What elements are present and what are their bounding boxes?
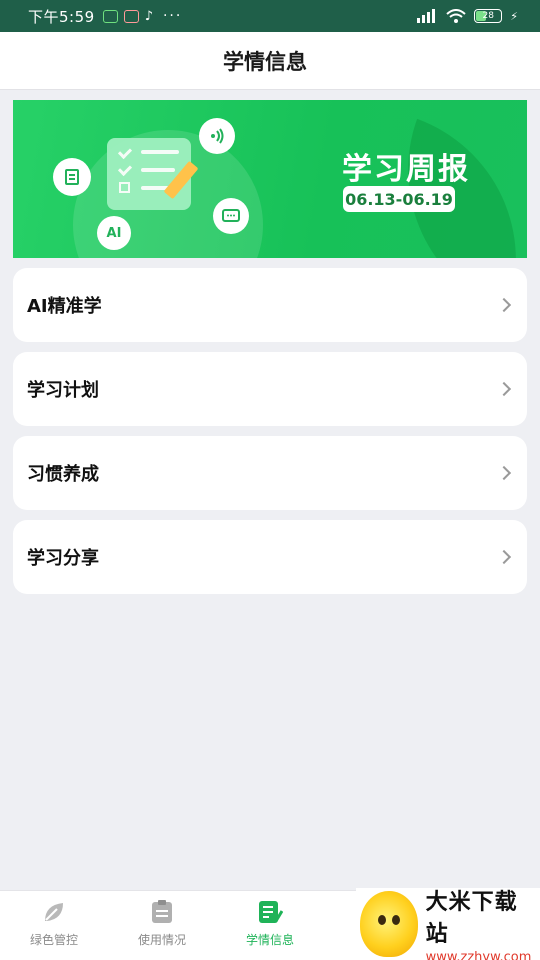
- sound-bubble-icon: [199, 118, 235, 154]
- tab-usage[interactable]: 使用情况: [108, 891, 216, 960]
- menu-item-label: 习惯养成: [27, 464, 99, 485]
- banner-title: 学习周报: [342, 152, 470, 187]
- menu-item-label: 学习分享: [27, 548, 99, 569]
- status-time: 下午5:59: [28, 7, 95, 26]
- notification-icons: ♪: [102, 8, 153, 24]
- banner-date-range: 06.13-06.19: [343, 186, 455, 212]
- mascot-logo-icon: [360, 891, 418, 957]
- watermark-title: 大米下载站: [425, 889, 518, 947]
- signal-icon: [417, 9, 436, 23]
- weekly-report-banner[interactable]: AI 学习周报 06.13-06.19: [13, 100, 527, 258]
- menu-item-label: 学习计划: [27, 380, 99, 401]
- app-header: 学情信息: [0, 32, 540, 90]
- clipboard-icon: [152, 900, 172, 923]
- chevron-right-icon: [496, 381, 512, 397]
- tab-label: 学情信息: [245, 933, 294, 947]
- tab-label: 使用情况: [137, 933, 186, 947]
- tiktok-icon: ♪: [144, 8, 153, 24]
- watermark-url: www.zzhyw.com: [425, 949, 532, 960]
- menu-item-habit-building[interactable]: 习惯养成: [13, 436, 527, 510]
- chevron-right-icon: [496, 297, 512, 313]
- site-watermark: 大米下载站 www.zzhyw.com: [356, 888, 540, 960]
- wifi-icon: [446, 9, 466, 23]
- ai-bubble-icon: AI: [97, 216, 131, 250]
- ai-bubble-label: AI: [106, 225, 122, 241]
- notes-icon: [259, 901, 283, 923]
- more-notifications-icon: ···: [162, 8, 183, 24]
- page-title: 学情信息: [223, 50, 307, 74]
- document-bubble-icon: [53, 158, 91, 196]
- battery-level: 28: [482, 11, 494, 21]
- leaf-icon: [45, 903, 63, 921]
- menu-item-ai-learning[interactable]: AI精准学: [13, 268, 527, 342]
- game-app-icon: [123, 9, 139, 23]
- tab-learning-info[interactable]: 学情信息: [216, 891, 324, 960]
- charging-icon: ⚡: [510, 9, 518, 23]
- tab-label: 绿色管控: [29, 933, 78, 947]
- battery-icon: 28: [474, 9, 503, 23]
- menu-item-study-plan[interactable]: 学习计划: [13, 352, 527, 426]
- chevron-right-icon: [496, 549, 512, 565]
- menu-item-label: AI精准学: [27, 296, 102, 317]
- chevron-right-icon: [496, 465, 512, 481]
- status-bar: 下午5:59 ♪ ··· 28 ⚡: [0, 0, 540, 32]
- menu-item-study-sharing[interactable]: 学习分享: [13, 520, 527, 594]
- chat-bubble-icon: [213, 198, 249, 234]
- chat-app-icon: [102, 9, 118, 23]
- tab-green-control[interactable]: 绿色管控: [0, 891, 108, 960]
